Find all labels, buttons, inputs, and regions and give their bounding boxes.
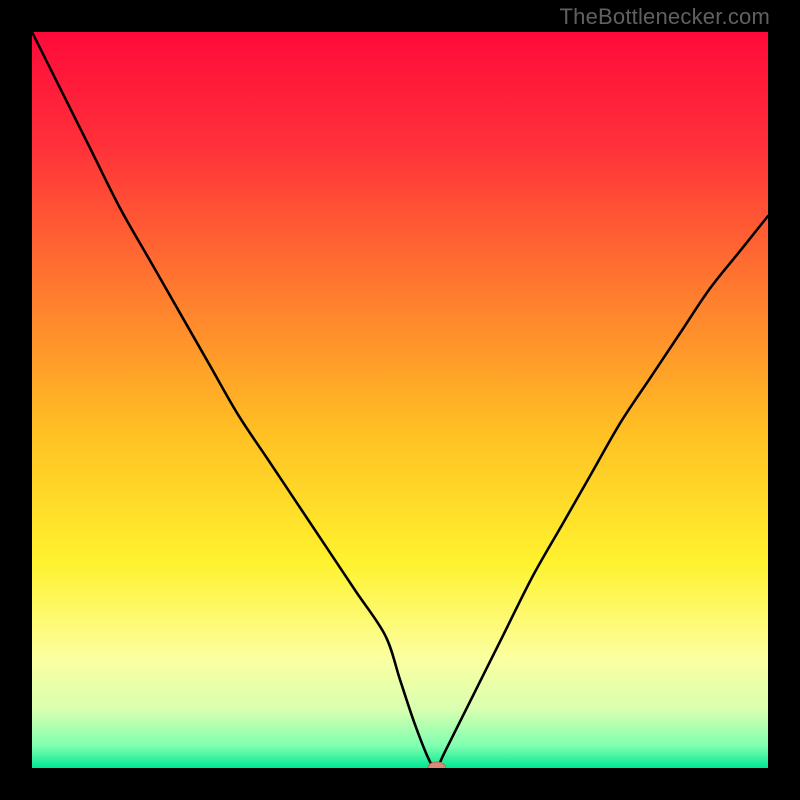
chart-frame: TheBottlenecker.com xyxy=(0,0,800,800)
gradient-background xyxy=(32,32,768,768)
bottleneck-plot xyxy=(32,32,768,768)
watermark-text: TheBottlenecker.com xyxy=(560,4,770,30)
